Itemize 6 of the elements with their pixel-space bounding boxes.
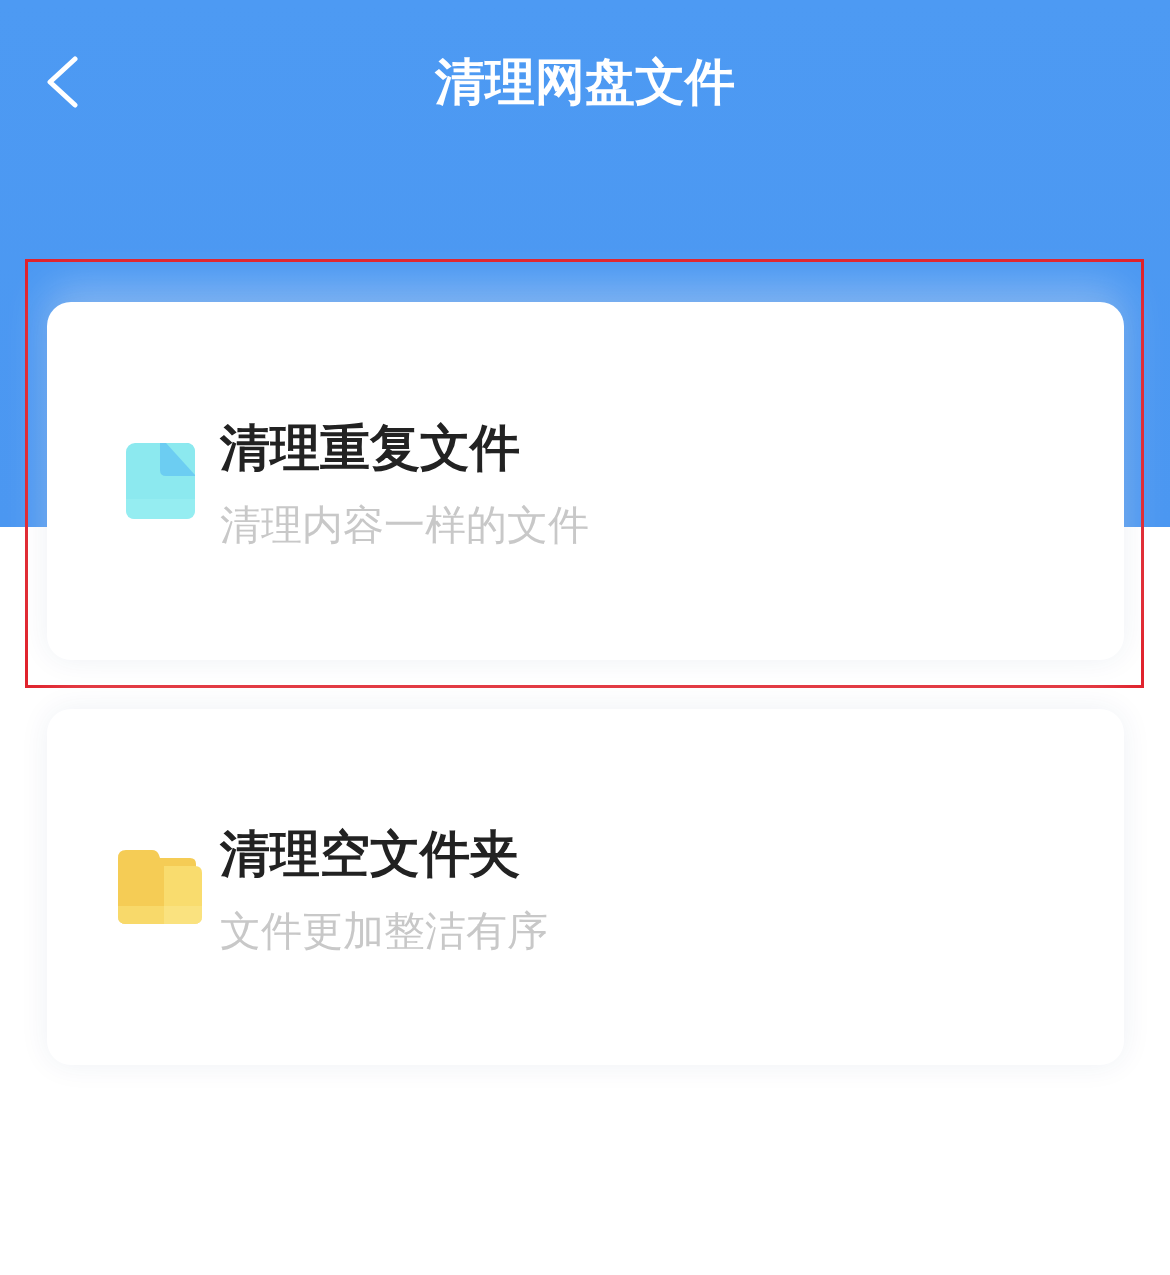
option-title: 清理空文件夹: [220, 824, 521, 884]
page-title: 清理网盘文件: [435, 52, 735, 112]
option-title: 清理重复文件: [220, 418, 521, 478]
folder-icon: [118, 850, 202, 924]
back-icon[interactable]: [46, 56, 78, 108]
document-icon: [125, 443, 195, 519]
